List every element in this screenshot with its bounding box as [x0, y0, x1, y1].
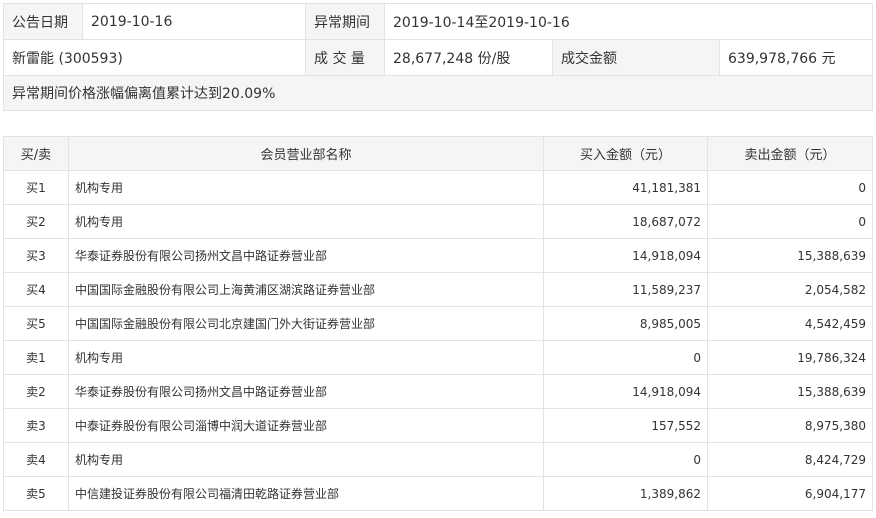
- buy-amount-cell: 0: [543, 442, 708, 477]
- side-cell: 卖2: [3, 374, 69, 409]
- dept-cell: 中泰证券股份有限公司淄博中润大道证券营业部: [68, 408, 544, 443]
- table-row: 买1 机构专用 41,181,381 0: [3, 170, 873, 205]
- buy-amount-column-header: 买入金额（元）: [543, 136, 708, 171]
- side-cell: 卖3: [3, 408, 69, 443]
- buy-amount-cell: 14,918,094: [543, 238, 708, 273]
- sell-amount-cell: 0: [707, 204, 873, 239]
- buy-amount-cell: 14,918,094: [543, 374, 708, 409]
- volume-value: 28,677,248 份/股: [384, 39, 553, 76]
- sell-amount-cell: 15,388,639: [707, 374, 873, 409]
- side-cell: 买3: [3, 238, 69, 273]
- abnormal-period-value: 2019-10-14至2019-10-16: [383, 3, 874, 40]
- sell-amount-cell: 2,054,582: [707, 272, 873, 307]
- table-row: 买5 中国国际金融股份有限公司北京建国门外大街证券营业部 8,985,005 4…: [3, 306, 873, 341]
- buy-amount-cell: 0: [543, 340, 708, 375]
- announcement-summary-table: 公告日期 2019-10-16 异常期间 2019-10-14至2019-10-…: [2, 3, 874, 111]
- buy-amount-cell: 41,181,381: [543, 170, 708, 205]
- sell-amount-cell: 4,542,459: [707, 306, 873, 341]
- sell-amount-cell: 8,424,729: [707, 442, 873, 477]
- table-row: 买3 华泰证券股份有限公司扬州文昌中路证券营业部 14,918,094 15,3…: [3, 238, 873, 273]
- dept-cell: 中信建投证券股份有限公司福清田乾路证券营业部: [68, 476, 544, 511]
- side-cell: 卖5: [3, 476, 69, 511]
- side-cell: 买4: [3, 272, 69, 307]
- stock-name: 新雷能 (300593): [3, 39, 306, 76]
- sell-amount-cell: 19,786,324: [707, 340, 873, 375]
- trading-detail-table: 买/卖 会员营业部名称 买入金额（元） 卖出金额（元） 买1 机构专用 41,1…: [3, 136, 873, 511]
- sell-amount-cell: 0: [707, 170, 873, 205]
- abnormal-note: 异常期间价格涨幅偏离值累计达到20.09%: [2, 75, 874, 111]
- turnover-value: 639,978,766 元: [718, 39, 874, 76]
- table-header-row: 买/卖 会员营业部名称 买入金额（元） 卖出金额（元）: [3, 136, 873, 171]
- table-row: 买4 中国国际金融股份有限公司上海黄浦区湖滨路证券营业部 11,589,237 …: [3, 272, 873, 307]
- summary-row: 公告日期 2019-10-16 异常期间 2019-10-14至2019-10-…: [3, 3, 874, 40]
- sell-amount-column-header: 卖出金额（元）: [707, 136, 873, 171]
- sell-amount-cell: 8,975,380: [707, 408, 873, 443]
- dept-column-header: 会员营业部名称: [68, 136, 544, 171]
- side-cell: 卖4: [3, 442, 69, 477]
- announce-date-value: 2019-10-16: [82, 3, 306, 40]
- announce-date-label: 公告日期: [3, 3, 83, 40]
- dept-cell: 机构专用: [68, 442, 544, 477]
- table-row: 卖1 机构专用 0 19,786,324: [3, 340, 873, 375]
- side-column-header: 买/卖: [3, 136, 69, 171]
- abnormal-period-label: 异常期间: [305, 3, 385, 40]
- summary-row: 新雷能 (300593) 成 交 量 28,677,248 份/股 成交金额 6…: [3, 39, 874, 76]
- table-row: 卖2 华泰证券股份有限公司扬州文昌中路证券营业部 14,918,094 15,3…: [3, 374, 873, 409]
- dept-cell: 华泰证券股份有限公司扬州文昌中路证券营业部: [68, 238, 544, 273]
- buy-amount-cell: 8,985,005: [543, 306, 708, 341]
- dept-cell: 机构专用: [68, 340, 544, 375]
- turnover-label: 成交金额: [552, 39, 720, 76]
- table-row: 卖3 中泰证券股份有限公司淄博中润大道证券营业部 157,552 8,975,3…: [3, 408, 873, 443]
- buy-amount-cell: 157,552: [543, 408, 708, 443]
- volume-label: 成 交 量: [305, 39, 385, 76]
- sell-amount-cell: 6,904,177: [707, 476, 873, 511]
- summary-row: 异常期间价格涨幅偏离值累计达到20.09%: [2, 75, 874, 111]
- side-cell: 买1: [3, 170, 69, 205]
- table-row: 买2 机构专用 18,687,072 0: [3, 204, 873, 239]
- dept-cell: 中国国际金融股份有限公司上海黄浦区湖滨路证券营业部: [68, 272, 544, 307]
- buy-amount-cell: 1,389,862: [543, 476, 708, 511]
- table-row: 卖4 机构专用 0 8,424,729: [3, 442, 873, 477]
- side-cell: 买2: [3, 204, 69, 239]
- dept-cell: 机构专用: [68, 204, 544, 239]
- side-cell: 卖1: [3, 340, 69, 375]
- table-row: 卖5 中信建投证券股份有限公司福清田乾路证券营业部 1,389,862 6,90…: [3, 476, 873, 511]
- dept-cell: 中国国际金融股份有限公司北京建国门外大街证券营业部: [68, 306, 544, 341]
- dept-cell: 华泰证券股份有限公司扬州文昌中路证券营业部: [68, 374, 544, 409]
- sell-amount-cell: 15,388,639: [707, 238, 873, 273]
- dept-cell: 机构专用: [68, 170, 544, 205]
- side-cell: 买5: [3, 306, 69, 341]
- buy-amount-cell: 11,589,237: [543, 272, 708, 307]
- buy-amount-cell: 18,687,072: [543, 204, 708, 239]
